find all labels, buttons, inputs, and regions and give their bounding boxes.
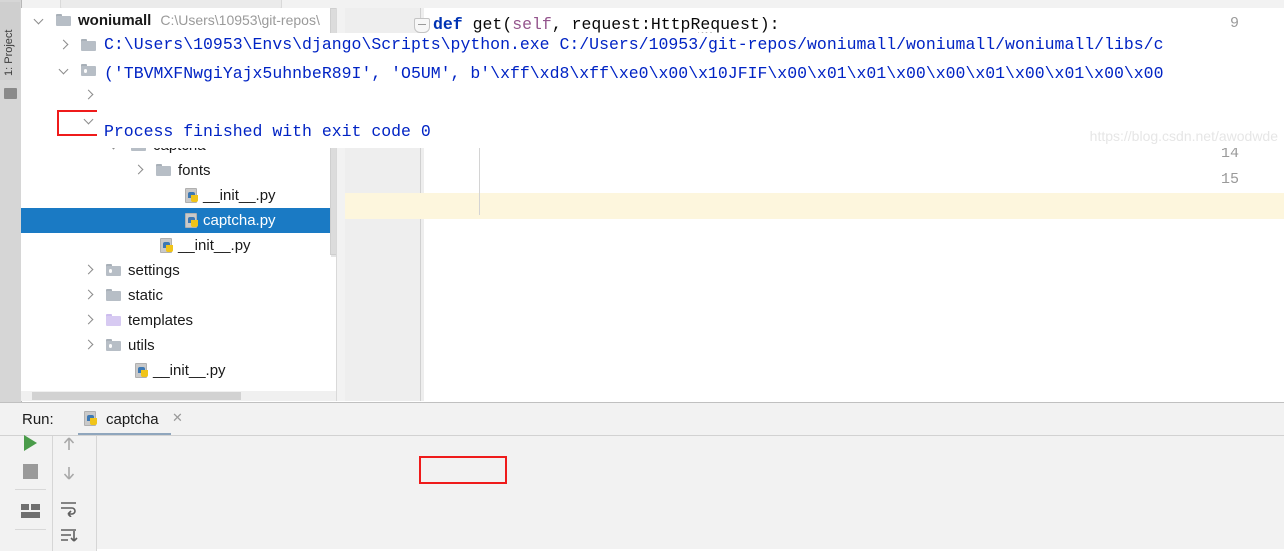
chevron-right-icon[interactable]	[85, 341, 94, 350]
python-file-icon	[135, 363, 149, 378]
tree-row[interactable]: __init__.py	[21, 183, 344, 208]
code-token: , request:HttpRequest):	[551, 15, 780, 34]
folder-icon	[106, 314, 121, 326]
toolbar-group-right[interactable]	[640, 0, 676, 8]
run-toolbar-divider	[52, 436, 53, 551]
folder-icon	[81, 64, 96, 76]
tree-item-label: woniumall	[78, 12, 152, 29]
scroll-to-end-icon[interactable]	[60, 527, 78, 545]
folder-icon	[81, 39, 96, 51]
code-fold-icon[interactable]	[414, 18, 430, 33]
ide-window: 1: Project woniumall C:\Users\10953\git-r…	[0, 0, 1284, 551]
chevron-right-icon[interactable]	[85, 291, 94, 300]
python-file-icon	[84, 411, 98, 426]
tree-item-label: __init__.py	[153, 362, 226, 379]
code-line[interactable]: def get(self, request:HttpRequest):	[433, 15, 780, 34]
tree-item-label: settings	[128, 262, 180, 279]
run-button[interactable]	[24, 435, 37, 451]
tree-row[interactable]: woniumall C:\Users\10953\git-repos\	[21, 8, 344, 33]
tree-row[interactable]: __init__.py	[21, 358, 344, 383]
structure-icon[interactable]	[4, 88, 17, 99]
code-token: def	[433, 15, 473, 34]
tree-item-label: utils	[128, 337, 155, 354]
folder-icon	[106, 289, 121, 301]
layout-button[interactable]	[21, 504, 40, 518]
folder-icon	[56, 14, 71, 26]
soft-wrap-icon[interactable]	[60, 499, 78, 517]
line-number: 15	[1220, 171, 1239, 188]
current-line-highlight	[345, 193, 1284, 219]
tree-row[interactable]: static	[21, 283, 344, 308]
folder-icon	[156, 164, 171, 176]
code-token: get(	[472, 15, 513, 34]
tree-row[interactable]: utils	[21, 333, 344, 358]
run-toolbar-separator	[0, 435, 1284, 436]
run-configuration-tab[interactable]: captcha	[106, 411, 159, 428]
folder-icon	[106, 339, 121, 351]
chevron-down-icon[interactable]	[35, 16, 44, 25]
console-line: C:\Users\10953\Envs\django\Scripts\pytho…	[104, 35, 1164, 54]
python-file-icon	[160, 238, 174, 253]
rail-tab-project[interactable]: 1: Project	[0, 2, 20, 80]
up-button[interactable]	[60, 435, 78, 453]
run-window-title: Run:	[22, 411, 54, 428]
close-icon[interactable]: ✕	[172, 411, 183, 424]
chevron-down-icon[interactable]	[60, 66, 69, 75]
down-button[interactable]	[60, 464, 78, 482]
tree-item-label: templates	[128, 312, 194, 329]
console-line: Process finished with exit code 0	[104, 122, 431, 141]
tool-window-rail: 1: Project	[0, 0, 22, 409]
chevron-right-icon[interactable]	[60, 41, 69, 50]
line-number: 9	[1229, 15, 1239, 32]
tree-row[interactable]: __init__.py	[21, 233, 344, 258]
stop-button[interactable]	[23, 464, 38, 479]
console-line: ('TBVMXFNwgiYajx5uhnbeR89I', 'O5UM', b'\…	[104, 64, 1164, 83]
chevron-right-icon[interactable]	[135, 166, 144, 175]
folder-icon	[106, 264, 121, 276]
python-file-icon	[185, 213, 199, 228]
python-file-icon	[185, 188, 199, 203]
toolbar-divider-2	[15, 529, 46, 530]
tree-horizontal-scroll-thumb[interactable]	[32, 392, 241, 400]
tree-row[interactable]: templates	[21, 308, 344, 333]
tree-item-label: static	[128, 287, 164, 304]
chevron-right-icon[interactable]	[85, 316, 94, 325]
tree-item-label: __init__.py	[178, 237, 251, 254]
console-output[interactable]: C:\Users\10953\Envs\django\Scripts\pytho…	[97, 33, 1284, 148]
tree-item-path: C:\Users\10953\git-repos\	[160, 12, 320, 28]
run-tool-window: Run: captcha ✕	[0, 402, 1284, 551]
tree-row[interactable]: fonts	[21, 158, 344, 183]
run-toolbar	[0, 436, 97, 551]
tree-item-label: captcha.py	[203, 212, 276, 229]
tree-row[interactable]: settings	[21, 258, 344, 283]
code-token: self	[512, 15, 552, 34]
tree-horizontal-scrollbar[interactable]	[21, 391, 344, 401]
watermark: https://blog.csdn.net/awodwde	[1089, 128, 1278, 144]
tree-row[interactable]: captcha.py	[21, 208, 344, 233]
toolbar-divider-1	[15, 489, 46, 490]
rail-tab-project-label: 1: Project	[3, 29, 15, 76]
chevron-down-icon[interactable]	[85, 116, 94, 125]
tree-item-label: __init__.py	[203, 187, 276, 204]
tree-item-label: fonts	[178, 162, 211, 179]
chevron-right-icon[interactable]	[85, 91, 94, 100]
chevron-right-icon[interactable]	[85, 266, 94, 275]
